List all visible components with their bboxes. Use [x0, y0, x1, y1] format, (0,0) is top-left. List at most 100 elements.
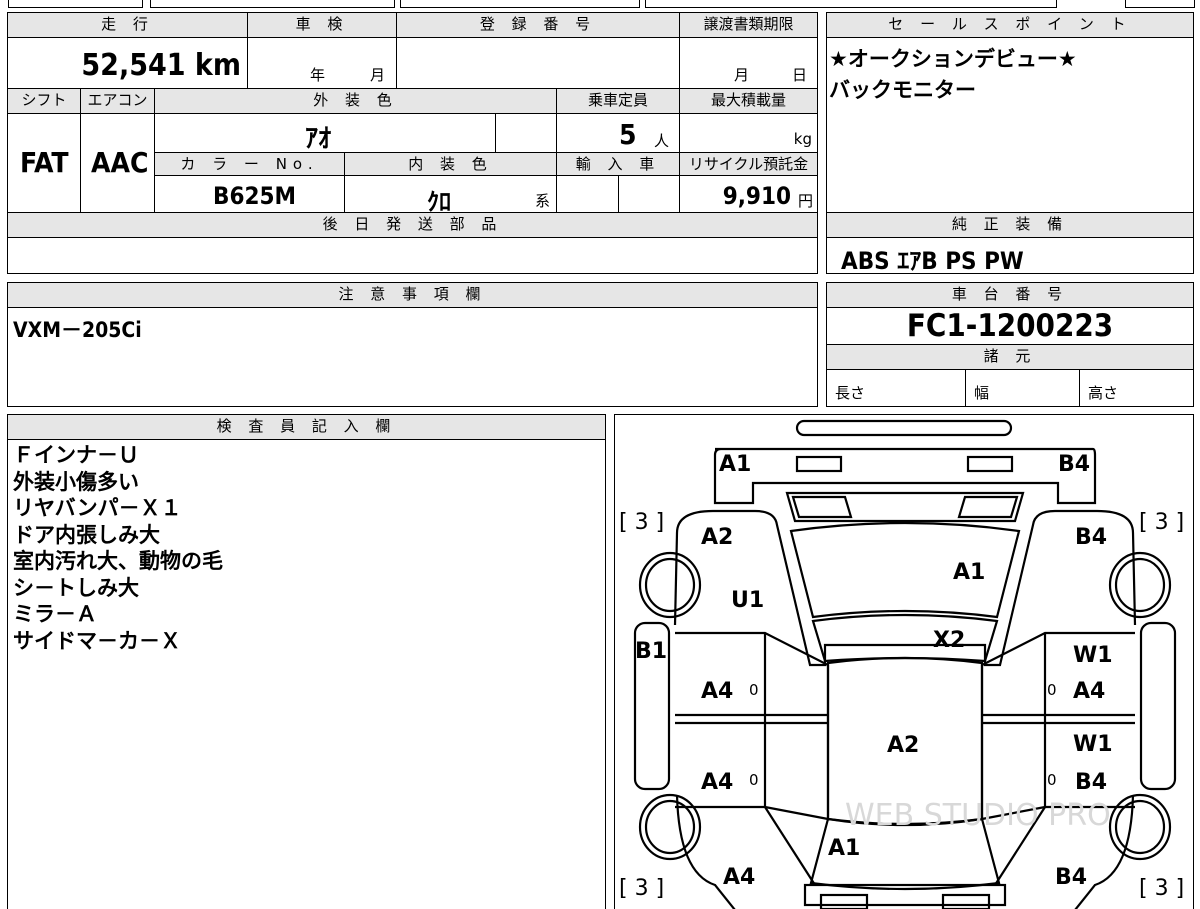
standard-equipment-cell: ABS ｴｱB PS PW [826, 237, 1194, 274]
spec-width-cell: 幅 [965, 369, 1080, 407]
interior-color-suffix: 系 [535, 192, 551, 210]
top-strip-cell [1125, 0, 1195, 8]
color-no-cell: B625M [154, 175, 345, 213]
watermark-text: WEB STUDIO PRO [845, 798, 1111, 833]
mark-door-rl-0: 0 [749, 771, 759, 789]
top-strip-cell [8, 0, 143, 8]
aircon-value: AAC [91, 146, 149, 179]
inspector-remarks-cell: Ｆインナ－Ｕ 外装小傷多い リヤバンパ－Ｘ１ ドア内張しみ大 室内汚れ大、動物の… [7, 439, 606, 909]
transfer-month-label: 月 [734, 66, 750, 84]
mark-door-fr-0: 0 [1047, 681, 1057, 699]
chassis-cell: FC1-1200223 [826, 307, 1194, 345]
interior-color-value: ｸﾛ [427, 188, 451, 213]
spec-length-cell: 長さ [826, 369, 966, 407]
capacity-unit: 人 [654, 132, 670, 150]
mark-door-rr-0: 0 [1047, 771, 1057, 789]
sales-point-line-2: バックモニター [829, 78, 976, 102]
sales-point-cell: ★オークションデビュー★ バックモニター [826, 37, 1194, 213]
mark-fender-fl: A2 [701, 525, 734, 550]
top-strip-cell [400, 0, 640, 8]
spec-width-label: 幅 [974, 384, 990, 402]
remark-line: リヤバンパ－Ｘ１ [13, 496, 182, 520]
top-strip-cell [150, 0, 395, 8]
max-load-unit: kg [793, 130, 812, 148]
capacity-header: 乗車定員 [556, 88, 680, 114]
spec-height-cell: 高さ [1079, 369, 1194, 407]
mileage-cell: 52,541 km [7, 37, 248, 89]
notes-cell: VXM－205Ci [7, 307, 818, 407]
remark-line: ミラ－Ａ [13, 602, 97, 626]
vehicle-diagram-panel: WEB STUDIO PRO A1 B4 [ 3 ] [ 3 ] A2 B4 A… [614, 414, 1194, 909]
transfer-deadline-header: 譲渡書類期限 [679, 12, 818, 38]
mark-roof: A2 [887, 733, 920, 758]
remark-line: 室内汚れ大、動物の毛 [13, 549, 223, 573]
aircon-cell: AAC [80, 113, 155, 213]
mark-door-fl-0: 0 [749, 681, 759, 699]
color-no-header: カ ラ ー No. [154, 152, 345, 176]
sales-point-line-1: ★オークションデビュー★ [829, 47, 1077, 71]
remark-line: ドア内張しみ大 [13, 522, 160, 547]
spec-length-label: 長さ [835, 384, 866, 402]
color-no-value: B625M [213, 182, 297, 210]
recycle-fee-value: 9,910 [722, 182, 791, 210]
specs-header: 諸 元 [826, 344, 1194, 370]
mark-rear-right: B4 [1055, 865, 1088, 890]
mark-door-rr: B4 [1075, 770, 1108, 795]
max-load-cell: kg [679, 113, 818, 153]
shift-cell: FAT [7, 113, 81, 213]
standard-equipment-header: 純 正 装 備 [826, 212, 1194, 238]
registration-cell [396, 37, 680, 89]
mark-front-left: A1 [719, 452, 752, 477]
exterior-color-header: 外 装 色 [154, 88, 557, 114]
mark-door-fl-w: W1 [1073, 643, 1113, 668]
notes-header: 注 意 事 項 欄 [7, 282, 818, 308]
remark-line: 外装小傷多い [13, 469, 139, 494]
transfer-deadline-cell: 月 日 [679, 37, 818, 89]
chassis-header: 車 台 番 号 [826, 282, 1194, 308]
interior-color-cell: ｸﾛ 系 [344, 175, 557, 213]
max-load-header: 最大積載量 [679, 88, 818, 114]
spec-height-label: 高さ [1088, 384, 1119, 402]
mark-rear-left: A4 [723, 865, 756, 890]
aircon-header: エアコン [80, 88, 155, 114]
capacity-cell: 5 人 [556, 113, 680, 153]
mark-hood: A1 [953, 560, 986, 585]
inspection-month-label: 月 [370, 66, 386, 84]
shift-header: シフト [7, 88, 81, 114]
recycle-fee-cell: 9,910 円 [679, 175, 818, 213]
later-shipping-cell [7, 237, 818, 274]
tire-rl-mark: [ 3 ] [619, 876, 665, 901]
mark-front-right: B4 [1058, 452, 1091, 477]
exterior-color-cell: ｱｵ [154, 113, 496, 153]
chassis-value: FC1-1200223 [906, 308, 1114, 344]
mark-windshield: X2 [933, 628, 966, 653]
mark-door-fl: A4 [701, 679, 734, 704]
later-shipping-header: 後 日 発 送 部 品 [7, 212, 818, 238]
standard-equipment-value: ABS ｴｱB PS PW [841, 247, 1024, 274]
inspector-header: 検 査 員 記 入 欄 [7, 414, 606, 440]
imported-cell-a [556, 175, 619, 213]
capacity-value: 5 [619, 118, 637, 151]
inspection-year-label: 年 [310, 66, 326, 84]
notes-value: VXM－205Ci [13, 318, 142, 342]
inspection-header: 車 検 [247, 12, 397, 38]
top-strip-cell [645, 0, 1057, 8]
sales-point-header: セ ー ル ス ポ イ ン ト [826, 12, 1194, 38]
remark-line: シ－トしみ大 [13, 575, 139, 600]
imported-header: 輸 入 車 [556, 152, 680, 176]
transfer-day-label: 日 [792, 66, 808, 84]
mark-pillar-left: B1 [635, 639, 668, 664]
imported-cell-b [618, 175, 680, 213]
mark-trunk: A1 [828, 836, 861, 861]
tire-fl-mark: [ 3 ] [619, 510, 665, 535]
recycle-fee-header: リサイクル預託金 [679, 152, 818, 176]
mark-door-rl: A4 [701, 770, 734, 795]
mark-door-fr: A4 [1073, 679, 1106, 704]
tire-fr-mark: [ 3 ] [1139, 510, 1185, 535]
inspection-cell: 年 月 [247, 37, 397, 89]
remark-line: Ｆインナ－Ｕ [13, 443, 139, 467]
shift-value: FAT [20, 146, 69, 179]
mark-door-rr-w: W1 [1073, 732, 1113, 757]
registration-header: 登 録 番 号 [396, 12, 680, 38]
mileage-value: 52,541 km [81, 48, 241, 83]
